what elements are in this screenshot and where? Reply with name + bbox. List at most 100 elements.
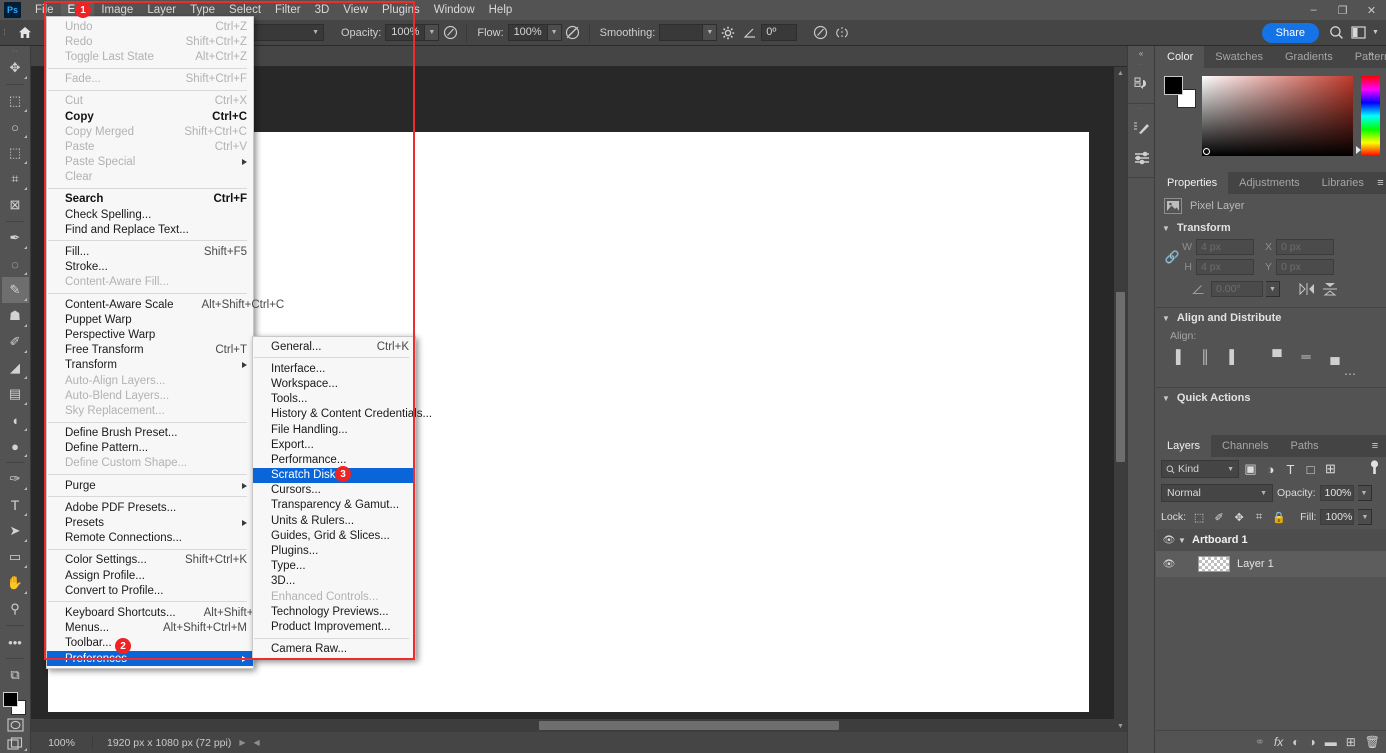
edit-menu-item-fade[interactable]: Fade... Shift+Ctrl+F bbox=[47, 72, 253, 87]
flow-caret-icon[interactable]: ▼ bbox=[547, 24, 562, 41]
angle-input[interactable]: 0.00° bbox=[1211, 281, 1263, 297]
layer-opacity-caret-icon[interactable]: ▼ bbox=[1357, 485, 1372, 501]
menubar-item-view[interactable]: View bbox=[336, 1, 375, 19]
preferences-menu-item-cursors[interactable]: Cursors... bbox=[253, 483, 415, 498]
flip-horizontal-icon[interactable] bbox=[1297, 280, 1317, 298]
edit-menu-item-content-aware-fill[interactable]: Content-Aware Fill... bbox=[47, 275, 253, 290]
layer-row-artboard[interactable]: 👁 ▼ Artboard 1 bbox=[1156, 529, 1386, 551]
edit-menu-item-check-spelling[interactable]: Check Spelling... bbox=[47, 207, 253, 222]
path-selection-tool[interactable]: ➤ bbox=[2, 518, 29, 544]
layer-fill-caret-icon[interactable]: ▼ bbox=[1358, 509, 1373, 525]
menubar-item-help[interactable]: Help bbox=[482, 1, 520, 19]
tablet-pressure-icon[interactable] bbox=[809, 22, 831, 44]
crop-tool[interactable]: ⌗ bbox=[2, 166, 29, 192]
edit-menu-item-menus[interactable]: Menus... Alt+Shift+Ctrl+M bbox=[47, 621, 253, 636]
panel-expand-icon[interactable]: » bbox=[1356, 46, 1386, 60]
color-panel-foreground-swatch[interactable] bbox=[1164, 76, 1183, 95]
align-vertical-center-icon[interactable]: ═ bbox=[1296, 347, 1316, 365]
edit-menu-item-remote-connections[interactable]: Remote Connections... bbox=[47, 531, 253, 546]
x-input[interactable]: 0 px bbox=[1276, 239, 1334, 255]
lock-artboard-nesting-icon[interactable]: ⌗ bbox=[1252, 511, 1266, 524]
edit-menu-item-define-pattern[interactable]: Define Pattern... bbox=[47, 441, 253, 456]
flow-pressure-icon[interactable] bbox=[562, 22, 584, 44]
eraser-tool[interactable]: ◢ bbox=[2, 355, 29, 381]
layer-opacity-input[interactable]: 100% bbox=[1319, 485, 1354, 501]
edit-menu-item-perspective-warp[interactable]: Perspective Warp bbox=[47, 327, 253, 342]
minimize-button[interactable]: – bbox=[1299, 0, 1328, 20]
edit-menu-item-auto-blend-layers[interactable]: Auto-Blend Layers... bbox=[47, 388, 253, 403]
preferences-menu-item-tools[interactable]: Tools... bbox=[253, 392, 415, 407]
transform-section-header[interactable]: ▼ Transform bbox=[1156, 218, 1386, 238]
new-layer-icon[interactable]: ⊞ bbox=[1346, 735, 1356, 749]
y-input[interactable]: 0 px bbox=[1276, 259, 1334, 275]
hue-slider[interactable] bbox=[1356, 76, 1380, 156]
preferences-menu-item-transparency-gamut[interactable]: Transparency & Gamut... bbox=[253, 498, 415, 513]
menubar-item-plugins[interactable]: Plugins bbox=[375, 1, 427, 19]
preferences-submenu[interactable]: General... Ctrl+K Interface... Workspace...… bbox=[252, 336, 432, 660]
edit-menu-item-keyboard-shortcuts[interactable]: Keyboard Shortcuts... Alt+Shift+Ctrl+K bbox=[47, 605, 286, 620]
lock-position-icon[interactable]: ✥ bbox=[1232, 511, 1246, 524]
options-bar-grip[interactable]: ⁞ bbox=[0, 20, 8, 46]
lock-image-pixels-icon[interactable]: ✐ bbox=[1212, 511, 1226, 524]
preferences-menu-item-history-content-credentials[interactable]: History & Content Credentials... bbox=[253, 407, 432, 422]
preferences-menu-item-plugins[interactable]: Plugins... bbox=[253, 543, 415, 558]
airbrush-icon[interactable] bbox=[439, 22, 461, 44]
lock-all-icon[interactable]: 🔒 bbox=[1272, 511, 1286, 524]
layer-visibility-icon[interactable]: 👁 bbox=[1160, 559, 1178, 570]
more-options-icon[interactable]: ⋯ bbox=[1156, 365, 1386, 381]
move-tool[interactable]: ✥ bbox=[2, 55, 29, 81]
edit-menu-item-preferences[interactable]: Preferences bbox=[47, 650, 253, 667]
search-icon[interactable] bbox=[1325, 22, 1347, 44]
scroll-up-arrow-icon[interactable]: ▲ bbox=[1114, 67, 1127, 79]
quick-mask-icon[interactable] bbox=[2, 715, 29, 734]
screen-mode-icon[interactable] bbox=[2, 734, 29, 753]
quick-actions-section-header[interactable]: ▼ Quick Actions bbox=[1156, 388, 1386, 408]
filter-type-icon[interactable]: T bbox=[1283, 462, 1298, 477]
edit-menu-item-paste-special[interactable]: Paste Special bbox=[47, 155, 253, 170]
edit-menu-item-puppet-warp[interactable]: Puppet Warp bbox=[47, 312, 253, 327]
edit-menu-item-transform[interactable]: Transform bbox=[47, 358, 253, 373]
edit-menu-item-content-aware-scale[interactable]: Content-Aware Scale Alt+Shift+Ctrl+C bbox=[47, 297, 284, 312]
menubar-item-window[interactable]: Window bbox=[427, 1, 482, 19]
filter-smart-object-icon[interactable]: ⊞ bbox=[1323, 461, 1338, 477]
preferences-menu-item-enhanced-controls[interactable]: Enhanced Controls... bbox=[253, 589, 415, 604]
height-input[interactable]: 4 px bbox=[1196, 259, 1254, 275]
home-icon[interactable] bbox=[8, 20, 42, 46]
width-input[interactable]: 4 px bbox=[1196, 239, 1254, 255]
angle-input[interactable]: 0º bbox=[761, 24, 798, 41]
canvas-horizontal-scrollbar[interactable] bbox=[31, 719, 1114, 732]
edit-menu-item-paste[interactable]: Paste Ctrl+V bbox=[47, 139, 253, 154]
foreground-color-swatch[interactable] bbox=[3, 692, 18, 707]
align-left-icon[interactable]: ▐ bbox=[1166, 347, 1186, 365]
edit-menu-item-presets[interactable]: Presets bbox=[47, 515, 253, 530]
foreground-background-color[interactable] bbox=[2, 691, 28, 715]
tab-layers[interactable]: Layers bbox=[1156, 435, 1212, 457]
edit-menu-item-define-custom-shape[interactable]: Define Custom Shape... bbox=[47, 456, 253, 471]
layer-filter-kind-select[interactable]: Kind ▼ bbox=[1161, 460, 1239, 478]
align-bottom-icon[interactable]: ▄ bbox=[1325, 347, 1345, 365]
scroll-down-arrow-icon[interactable]: ▼ bbox=[1114, 720, 1127, 732]
link-aspect-ratio-icon[interactable]: 🔗 bbox=[1164, 239, 1180, 275]
align-section-header[interactable]: ▼ Align and Distribute bbox=[1156, 308, 1386, 328]
tab-channels[interactable]: Channels bbox=[1211, 435, 1280, 457]
edit-menu-item-convert-to-profile[interactable]: Convert to Profile... bbox=[47, 583, 253, 598]
edit-menu-item-search[interactable]: Search Ctrl+F bbox=[47, 192, 253, 207]
hand-tool[interactable]: ✋ bbox=[2, 570, 29, 596]
maximize-button[interactable]: ❐ bbox=[1328, 0, 1357, 20]
blend-mode-select[interactable]: Normal ▼ bbox=[1161, 484, 1273, 502]
edit-menu-item-toolbar[interactable]: Toolbar... bbox=[47, 636, 253, 651]
smoothing-input[interactable] bbox=[659, 24, 704, 41]
color-panel-swatches[interactable] bbox=[1164, 76, 1196, 108]
menubar-item-3d[interactable]: 3D bbox=[308, 1, 337, 19]
color-spectrum-picker[interactable] bbox=[1202, 148, 1210, 155]
preferences-menu-item-units-rulers[interactable]: Units & Rulers... bbox=[253, 513, 415, 528]
edit-menu-item-copy-merged[interactable]: Copy Merged Shift+Ctrl+C bbox=[47, 124, 253, 139]
preferences-menu-item-export[interactable]: Export... bbox=[253, 437, 415, 452]
preferences-menu-item-type[interactable]: Type... bbox=[253, 559, 415, 574]
brush-settings-panel-icon[interactable] bbox=[1128, 113, 1156, 143]
gear-icon[interactable] bbox=[717, 22, 739, 44]
dock-grip[interactable]: ⋯ bbox=[1128, 62, 1154, 69]
tab-gradients[interactable]: Gradients bbox=[1274, 46, 1344, 68]
horizontal-type-tool[interactable]: T bbox=[2, 492, 29, 518]
tab-libraries[interactable]: Libraries bbox=[1310, 172, 1375, 194]
